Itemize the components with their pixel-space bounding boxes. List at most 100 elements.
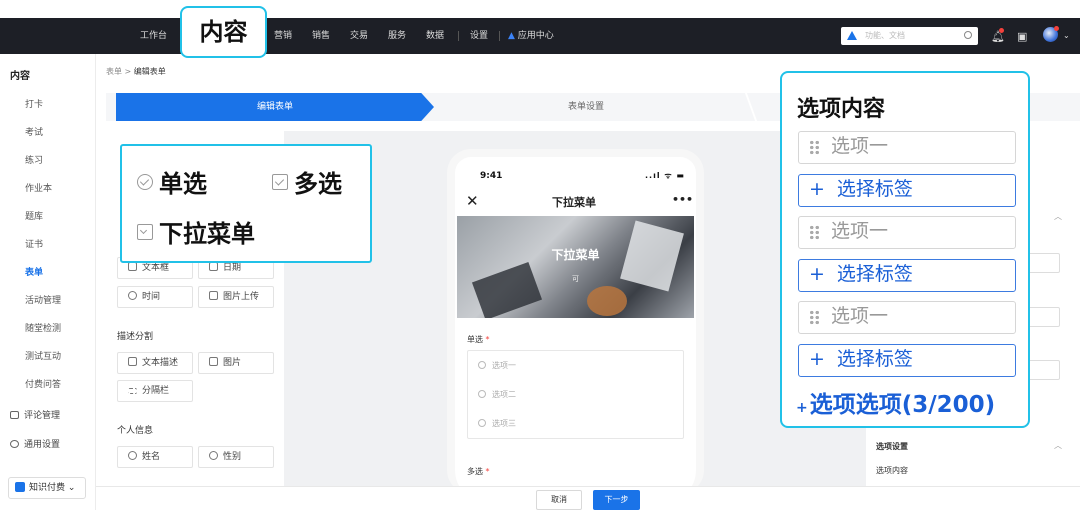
nav-trade[interactable]: 交易	[350, 18, 368, 54]
question-label-text: 单选	[467, 335, 483, 344]
plus-icon: +	[809, 263, 825, 285]
app-center-label: 应用中心	[517, 31, 554, 41]
app-center-icon: ▲	[508, 31, 515, 41]
option-row[interactable]: 选项一	[798, 216, 1016, 249]
calendar-icon	[209, 262, 218, 271]
sidebar-item-practice[interactable]: 练习	[25, 153, 43, 166]
chip-time[interactable]: 时间	[117, 286, 193, 308]
form-banner: 下拉菜单 可	[457, 216, 694, 318]
top-margin	[0, 0, 1080, 18]
question-single-label: 单选 *	[467, 334, 490, 345]
option-text: 选项一	[831, 135, 889, 157]
step-form-settings[interactable]: 表单设置	[436, 93, 736, 121]
option-row[interactable]: 选项一	[798, 301, 1016, 334]
chip-name[interactable]: 姓名	[117, 446, 193, 468]
product-switcher[interactable]: 知识付费 ⌄	[8, 477, 86, 499]
sidebar-item-homework[interactable]: 作业本	[25, 181, 52, 194]
nav-sales[interactable]: 销售	[312, 18, 330, 54]
option-row[interactable]: 选项一	[798, 131, 1016, 164]
avatar-dot	[1054, 26, 1059, 31]
sidebar-item-label: 通用设置	[24, 440, 61, 450]
box-icon[interactable]: ▣	[1017, 30, 1027, 43]
sidebar: 内容 打卡 考试 练习 作业本 题库 证书 表单 活动管理 随堂检测 测试互动 …	[0, 54, 96, 510]
chip-image-upload[interactable]: 图片上传	[198, 286, 274, 308]
single-options-list: 选项一 选项二 选项三	[467, 350, 684, 439]
sidebar-item-activity[interactable]: 活动管理	[25, 293, 61, 306]
nav-divider	[458, 31, 459, 41]
option-label: 选项一	[492, 361, 516, 370]
top-navbar: 工作台 营销 销售 交易 服务 数据 设置 ▲ 应用中心 功能、文档 🔔︎ ▣ …	[0, 18, 1080, 54]
chevron-up-icon[interactable]: ︿	[1054, 211, 1062, 222]
sidebar-header: 内容	[10, 71, 30, 82]
radio-option[interactable]: 选项一	[478, 360, 516, 371]
banner-subtitle: 可	[572, 275, 579, 283]
sidebar-item-test-interact[interactable]: 测试互动	[25, 349, 61, 362]
gear-icon	[10, 440, 19, 448]
radio-option[interactable]: 选项二	[478, 389, 516, 400]
radio-option[interactable]: 选项三	[478, 418, 516, 429]
more-icon[interactable]: •••	[672, 193, 693, 206]
step-edit-form[interactable]: 编辑表单	[116, 93, 434, 121]
breadcrumb-sep: >	[124, 67, 132, 76]
sidebar-item-quiz[interactable]: 随堂检测	[25, 321, 61, 334]
plus-icon: +	[809, 348, 825, 370]
chevron-down-icon[interactable]: ⌄	[1063, 31, 1070, 40]
nav-settings[interactable]: 设置	[470, 18, 488, 54]
select-tag-button[interactable]: + 选择标签	[798, 174, 1016, 207]
nav-content-highlight[interactable]: 内容	[180, 6, 267, 58]
add-option-link[interactable]: +选项选项(3/200)	[796, 385, 995, 419]
nav-data[interactable]: 数据	[426, 18, 444, 54]
tag-label: 选择标签	[836, 348, 913, 370]
nav-service[interactable]: 服务	[388, 18, 406, 54]
sidebar-item-question-bank[interactable]: 题库	[25, 209, 43, 222]
sidebar-item-paid-qa[interactable]: 付费问答	[25, 377, 61, 390]
chip-text-desc[interactable]: 文本描述	[117, 352, 193, 374]
breadcrumb-parent[interactable]: 表单	[106, 67, 122, 76]
type-single[interactable]: 单选	[137, 164, 207, 199]
type-dropdown[interactable]: 下拉菜单	[137, 214, 255, 249]
search-icon	[964, 31, 972, 39]
plus-icon: +	[796, 400, 808, 416]
type-label: 多选	[294, 170, 342, 198]
checkbox-icon	[272, 174, 288, 190]
chip-gender[interactable]: 性别	[198, 446, 274, 468]
phone-time: 9:41	[480, 171, 503, 181]
option-settings-title: 选项设置	[876, 442, 908, 451]
chip-image[interactable]: 图片	[198, 352, 274, 374]
sidebar-item-comments[interactable]: 评论管理	[10, 408, 60, 421]
select-tag-button[interactable]: + 选择标签	[798, 344, 1016, 377]
sidebar-item-certificate[interactable]: 证书	[25, 237, 43, 250]
next-step-button[interactable]: 下一步	[593, 490, 640, 510]
sidebar-item-label: 评论管理	[24, 411, 61, 421]
divider-icon	[128, 388, 137, 394]
select-tag-button[interactable]: + 选择标签	[798, 259, 1016, 292]
drag-handle-icon[interactable]	[809, 225, 820, 240]
sidebar-item-general-settings[interactable]: 通用设置	[10, 437, 60, 450]
nav-app-center[interactable]: ▲ 应用中心	[508, 18, 554, 54]
search-input[interactable]: 功能、文档	[841, 27, 978, 45]
book-icon	[15, 482, 25, 492]
dropdown-icon	[137, 224, 153, 240]
search-placeholder: 功能、文档	[865, 31, 905, 40]
chip-divider[interactable]: 分隔栏	[117, 380, 193, 402]
nav-marketing[interactable]: 营销	[274, 18, 292, 54]
chevron-up-icon[interactable]: ︿	[1054, 440, 1062, 451]
sidebar-item-exam[interactable]: 考试	[25, 125, 43, 138]
notification-dot	[999, 28, 1004, 33]
comment-icon	[10, 411, 19, 419]
sidebar-item-checkin[interactable]: 打卡	[25, 97, 43, 110]
type-label: 下拉菜单	[159, 220, 255, 248]
sidebar-item-form[interactable]: 表单	[25, 265, 43, 278]
text-desc-icon	[128, 357, 137, 366]
type-multi[interactable]: 多选	[272, 164, 342, 199]
gender-icon	[209, 451, 218, 460]
nav-workbench[interactable]: 工作台	[140, 18, 167, 54]
drag-handle-icon[interactable]	[809, 140, 820, 155]
cancel-button[interactable]: 取消	[536, 490, 582, 510]
required-mark: *	[485, 335, 490, 344]
chip-label: 姓名	[142, 452, 161, 462]
close-icon[interactable]: ✕	[466, 192, 479, 210]
tag-label: 选择标签	[836, 263, 913, 285]
drag-handle-icon[interactable]	[809, 310, 820, 325]
person-icon	[128, 451, 137, 460]
